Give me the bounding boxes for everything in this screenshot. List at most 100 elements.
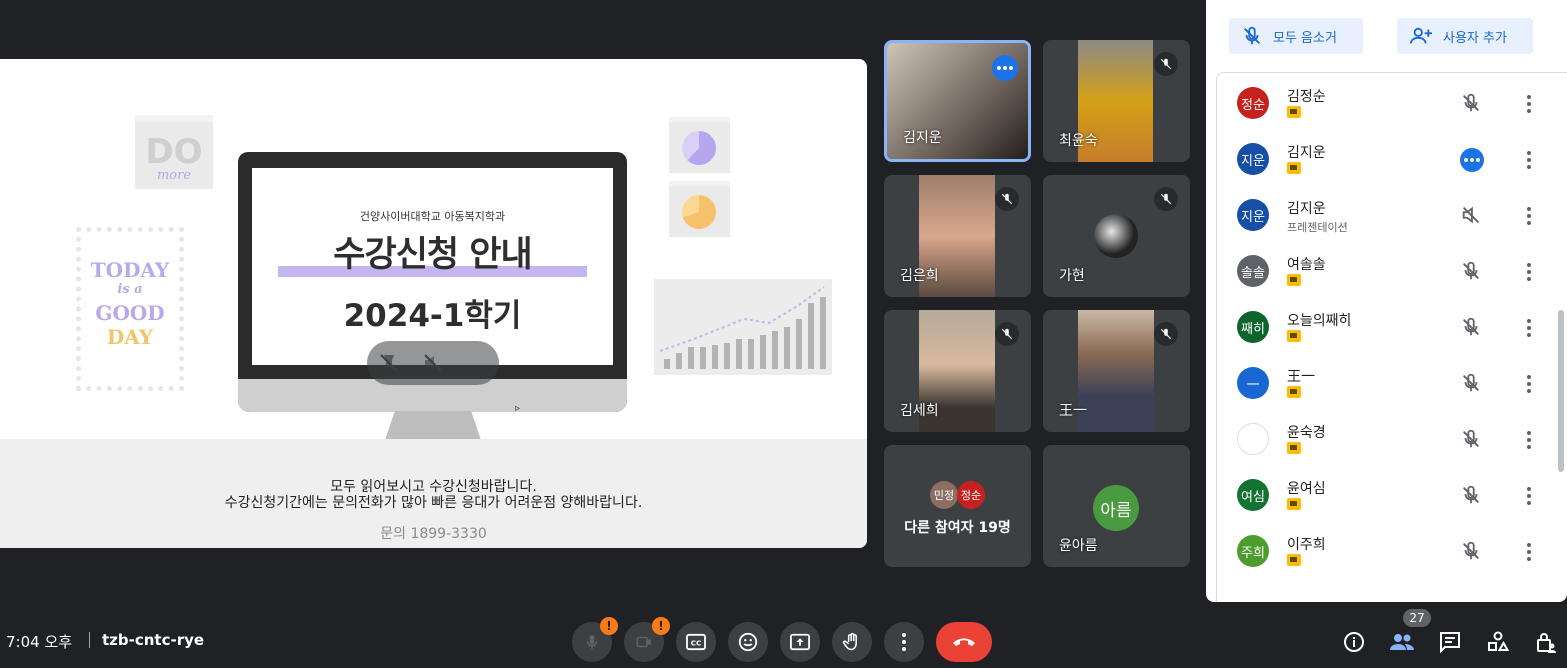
mic-off-icon	[995, 187, 1019, 211]
tile-name: 김세희	[900, 403, 939, 419]
participant-row[interactable]: 一 王一	[1217, 356, 1557, 412]
captions-button[interactable]: CC	[676, 622, 716, 662]
participant-tile[interactable]: 최윤숙	[1043, 40, 1190, 162]
participant-tile[interactable]: 王一	[1043, 310, 1190, 432]
participant-row[interactable]: 솔솔 여솔솔	[1217, 244, 1557, 300]
raise-hand-button[interactable]	[832, 622, 872, 662]
activities-button[interactable]	[1484, 628, 1512, 656]
camera-button[interactable]: !	[624, 617, 670, 662]
reactions-button[interactable]	[728, 622, 768, 662]
people-button[interactable]	[1388, 628, 1416, 656]
todo-card: DO more	[135, 115, 213, 189]
volume-off-icon[interactable]	[421, 351, 445, 375]
more-options-button[interactable]	[884, 622, 924, 662]
participant-name: 김정순	[1287, 89, 1326, 105]
more-vert-icon	[902, 633, 906, 651]
mic-button[interactable]: !	[572, 617, 618, 662]
more-vert-icon[interactable]	[1517, 428, 1541, 452]
camera-off-badge-icon	[1287, 330, 1301, 342]
mic-off-icon[interactable]	[1460, 260, 1484, 284]
growth-chart-icon	[659, 286, 826, 369]
mic-off-icon[interactable]	[1460, 540, 1484, 564]
participant-name: 김지운	[1287, 201, 1326, 217]
today-card: TODAY is a GOOD DAY	[76, 227, 184, 391]
more-vert-icon[interactable]	[1517, 260, 1541, 284]
avatar	[1237, 423, 1269, 455]
volume-off-icon[interactable]	[1460, 204, 1484, 228]
warning-badge: !	[600, 617, 618, 635]
participant-row[interactable]: 주희 이주희	[1217, 524, 1557, 580]
screen-title: 수강신청 안내	[333, 235, 532, 275]
participant-row[interactable]: 정순 김정순	[1217, 76, 1557, 132]
participant-name: 이주희	[1287, 537, 1326, 553]
warning-badge: !	[652, 617, 670, 635]
tile-name: 김은희	[900, 268, 939, 284]
tile-name: 윤아름	[1059, 538, 1098, 554]
avatar: 아름	[1093, 485, 1139, 531]
other-participants-tile[interactable]: 민정 정순 다른 참여자 19명	[884, 445, 1031, 567]
participant-name: 여솔솔	[1287, 257, 1326, 273]
notes-line-2: 수강신청기간에는 문의전화가 많아 빠른 응대가 어려운점 양해바랍니다.	[224, 495, 643, 511]
mic-off-icon[interactable]	[1460, 484, 1484, 508]
present-button[interactable]	[780, 622, 820, 662]
today-line-2: is a	[117, 282, 143, 297]
more-options-icon[interactable]	[992, 55, 1018, 81]
presentation-notes: 모두 읽어보시고 수강신청바랍니다. 수강신청기간에는 문의전화가 많아 빠른 …	[0, 479, 867, 511]
avatar: 지운	[1237, 143, 1269, 175]
mic-icon	[586, 635, 598, 649]
participant-tile[interactable]: 김지운	[884, 40, 1031, 162]
mic-off-icon[interactable]	[1460, 316, 1484, 340]
participant-tile[interactable]: 김은희	[884, 175, 1031, 297]
avatar: 지운	[1237, 199, 1269, 231]
pie-card-purple	[669, 117, 730, 173]
camera-off-badge-icon	[1287, 498, 1301, 510]
avatar: 정순	[957, 481, 985, 509]
chat-button[interactable]	[1436, 628, 1464, 656]
participant-list: 정순 김정순 지운 김지운 지운 김지운 프레젠테이션 솔솔 여솔솔 째히 오늘의째히 一王一 윤숙경 여…	[1216, 72, 1567, 602]
mute-all-button[interactable]: 모두 음소거	[1229, 18, 1363, 54]
pie-chart-icon	[682, 195, 716, 229]
more-vert-icon[interactable]	[1517, 148, 1541, 172]
host-controls-button[interactable]	[1532, 628, 1560, 656]
growth-chart-card	[654, 279, 832, 375]
avatar: 째히	[1237, 311, 1269, 343]
more-vert-icon[interactable]	[1517, 484, 1541, 508]
hangup-icon	[953, 638, 975, 646]
more-vert-icon[interactable]	[1517, 540, 1541, 564]
avatar: 一	[1237, 367, 1269, 399]
todo-small-text: more	[156, 168, 192, 183]
participant-tile[interactable]: 김세희	[884, 310, 1031, 432]
mouse-cursor-icon: ▹	[515, 403, 521, 414]
pin-off-icon[interactable]	[377, 351, 401, 375]
clock: 7:04 오후	[6, 633, 73, 651]
participant-tile[interactable]: 아름 윤아름	[1043, 445, 1190, 567]
mic-off-icon[interactable]	[1460, 428, 1484, 452]
camera-off-badge-icon	[1287, 442, 1301, 454]
leave-call-button[interactable]	[936, 622, 992, 662]
participant-row[interactable]: 여심 윤여심	[1217, 468, 1557, 524]
scrollbar[interactable]	[1558, 310, 1564, 472]
avatar: 정순	[1237, 87, 1269, 119]
divider	[89, 632, 90, 648]
chat-icon	[1440, 632, 1460, 654]
more-vert-icon[interactable]	[1517, 316, 1541, 340]
add-user-button[interactable]: 사용자 추가	[1397, 18, 1533, 54]
tile-name: 가현	[1059, 268, 1085, 284]
mic-off-icon	[1154, 187, 1178, 211]
mute-all-label: 모두 음소거	[1273, 30, 1337, 46]
participant-row[interactable]: 째히 오늘의째히	[1217, 300, 1557, 356]
camera-off-badge-icon	[1287, 554, 1301, 566]
mic-off-icon[interactable]	[1460, 92, 1484, 116]
more-vert-icon[interactable]	[1517, 372, 1541, 396]
tile-name: 김지운	[903, 130, 942, 146]
more-vert-icon[interactable]	[1517, 204, 1541, 228]
meeting-info-button[interactable]	[1340, 628, 1368, 656]
mic-off-icon[interactable]	[1460, 372, 1484, 396]
participant-row[interactable]: 윤숙경	[1217, 412, 1557, 468]
avatar	[1094, 214, 1138, 258]
participant-row[interactable]: 지운 김지운 프레젠테이션	[1217, 188, 1557, 244]
participant-tile[interactable]: 가현	[1043, 175, 1190, 297]
participant-row[interactable]: 지운 김지운	[1217, 132, 1557, 188]
more-vert-icon[interactable]	[1517, 92, 1541, 116]
meeting-code: tzb-cntc-rye	[102, 631, 205, 649]
